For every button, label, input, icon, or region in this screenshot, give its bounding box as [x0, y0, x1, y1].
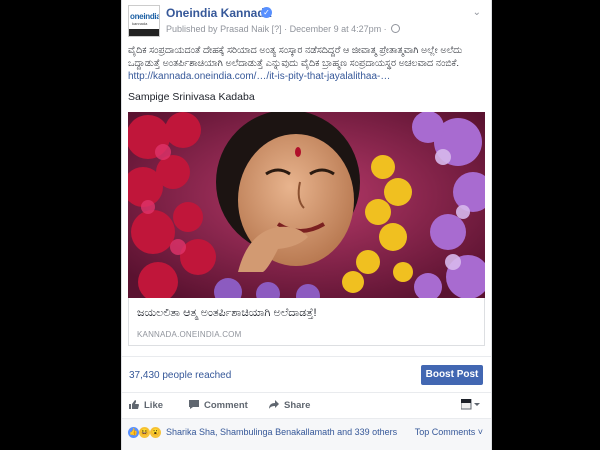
like-icon: [129, 400, 139, 409]
post-text-line: ವೈದಿಕ ಸಂಪ್ರದಾಯದಂತೆ ದೇಹಕ್ಕೆ ಸರಿಯಾದ ಅಂತ್ಯ …: [128, 45, 463, 56]
published-prefix: Published by: [166, 24, 218, 34]
publisher-link[interactable]: Prasad Naik: [220, 24, 269, 34]
reaction-names[interactable]: Sharika Sha, Shambulinga Benakallamath a…: [166, 427, 397, 437]
comment-button[interactable]: Comment: [189, 400, 248, 411]
haha-reaction-icon[interactable]: 😆: [139, 427, 150, 438]
reach-row: 37,430 people reached Boost Post: [122, 356, 491, 393]
page-name-link[interactable]: Oneindia Kannada: [166, 6, 271, 20]
logo-subtext: kannada: [132, 21, 148, 26]
people-reached[interactable]: 37,430 people reached: [129, 370, 231, 381]
link-preview-image[interactable]: [128, 112, 485, 298]
post-link[interactable]: http://kannada.oneindia.com/…/it-is-pity…: [128, 70, 483, 83]
comment-icon: [189, 400, 199, 409]
post-meta: Published by Prasad Naik [?] · December …: [166, 24, 401, 34]
logo-bar: [129, 29, 159, 36]
globe-icon: [391, 24, 401, 33]
facebook-post-card: oneindia kannada Oneindia Kannada ✓ Publ…: [121, 0, 492, 450]
viewer-icon[interactable]: [461, 399, 481, 411]
wow-reaction-icon[interactable]: 😮: [150, 427, 161, 438]
post-author: Sampige Srinivasa Kadaba: [128, 91, 255, 103]
chevron-down-icon[interactable]: ⌄: [473, 7, 481, 18]
verified-icon: ✓: [261, 7, 272, 18]
action-bar: Like Comment Share: [122, 392, 491, 417]
post-text: ವೈದಿಕ ಸಂಪ್ರದಾಯದಂತೆ ದೇಹಕ್ಕೆ ಸರಿಯಾದ ಅಂತ್ಯ …: [128, 44, 483, 83]
share-icon: [269, 400, 279, 409]
reactions-bar: 👍 😆 😮 Sharika Sha, Shambulinga Benakalla…: [122, 418, 491, 450]
post-text-line: ಒದ್ದಾಡುತ್ತೆ ಅಂತರ್ಪಿಶಾಚಿಯಾಗಿ ಅಲೆದಾಡುತ್ತೆ …: [128, 58, 459, 69]
link-title[interactable]: ಜಯಲಲಿತಾ ಆತ್ಮ ಅಂತರ್ಪಿಶಾಚಿಯಾಗಿ ಅಲೆದಾಡತ್ತೆ!: [137, 307, 317, 320]
comment-label: Comment: [204, 400, 248, 411]
top-comments-dropdown[interactable]: Top Comments ˅: [415, 427, 483, 437]
link-preview-caption[interactable]: ಜಯಲಲಿತಾ ಆತ್ಮ ಅಂತರ್ಪಿಶಾಚಿಯಾಗಿ ಅಲೆದಾಡತ್ತೆ!…: [128, 298, 485, 346]
portrait-illustration: [128, 112, 485, 298]
share-label: Share: [284, 400, 311, 411]
page-avatar[interactable]: oneindia kannada: [128, 5, 160, 37]
logo-text: oneindia: [130, 12, 160, 21]
post-date[interactable]: · December 9 at 4:27pm ·: [284, 24, 387, 34]
boost-post-button[interactable]: Boost Post: [421, 365, 483, 385]
publisher-help[interactable]: [?]: [272, 24, 282, 34]
like-reaction-icon[interactable]: 👍: [128, 427, 139, 438]
post-header: oneindia kannada Oneindia Kannada ✓ Publ…: [128, 5, 485, 41]
share-button[interactable]: Share: [269, 400, 310, 411]
like-button[interactable]: Like: [129, 400, 163, 411]
like-label: Like: [144, 400, 164, 411]
link-domain: KANNADA.ONEINDIA.COM: [137, 330, 242, 339]
